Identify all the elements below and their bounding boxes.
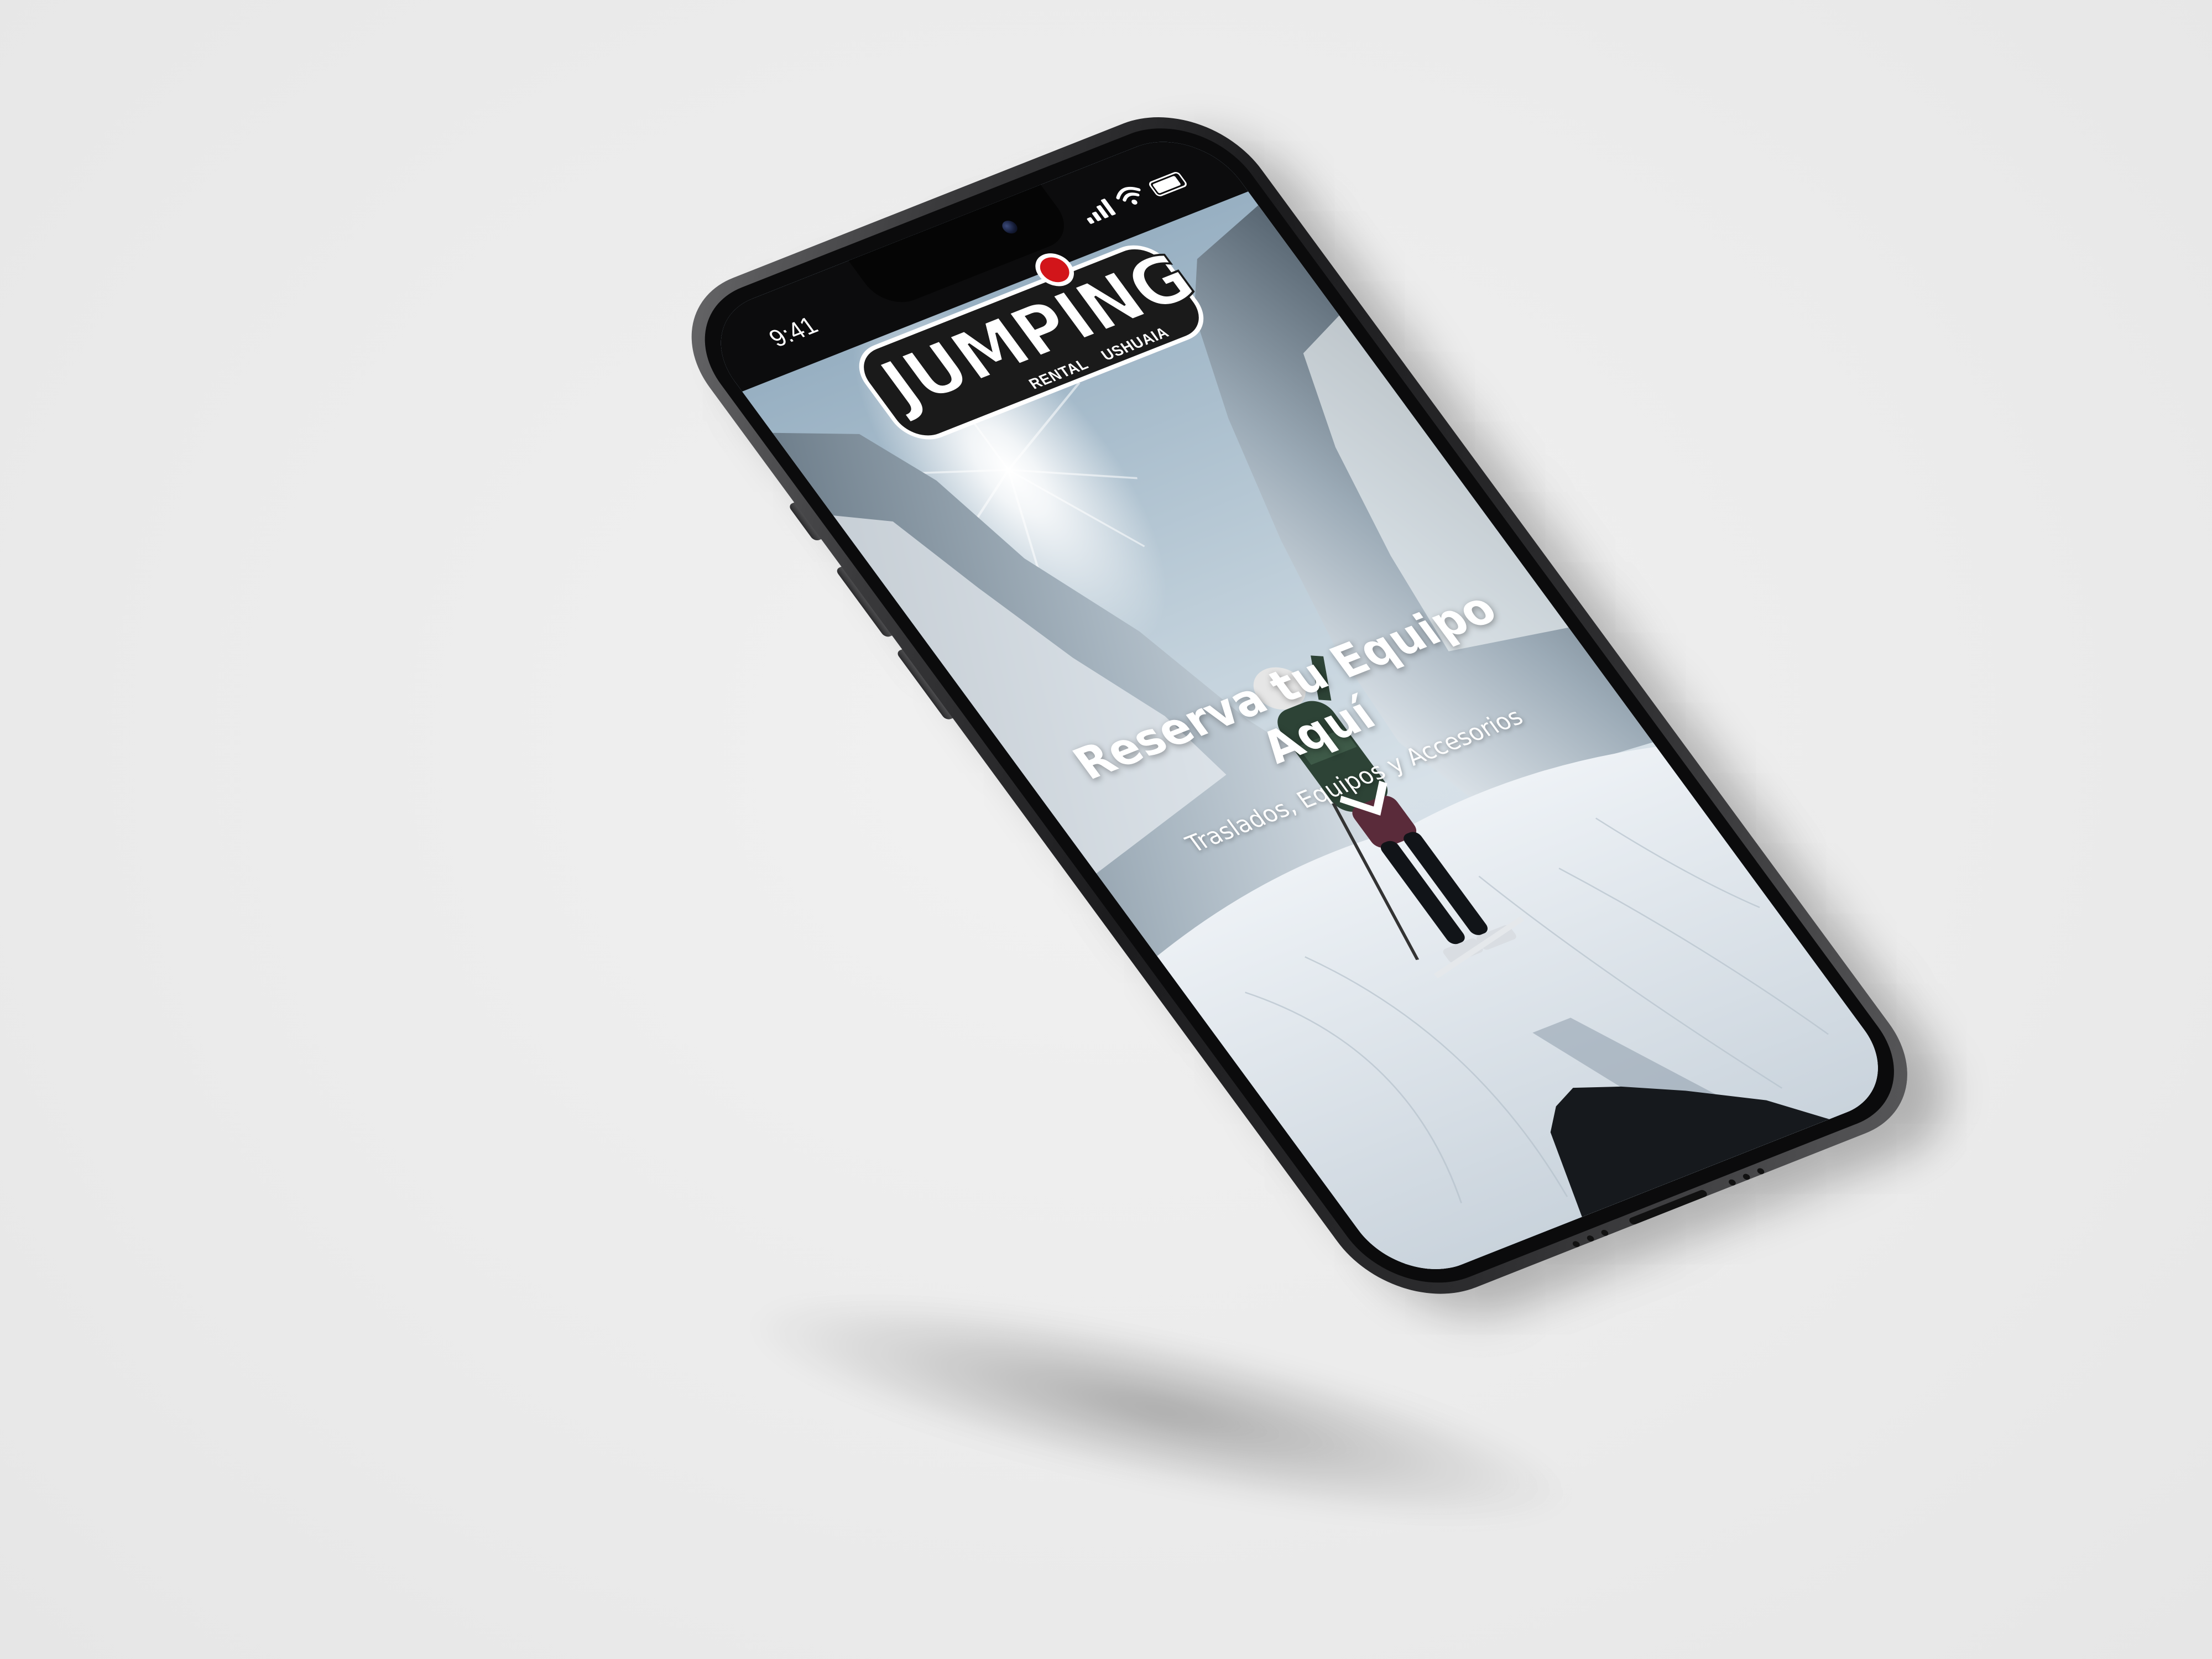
status-icons [1077,167,1189,225]
status-time: 9:41 [763,311,823,352]
mockup-stage: 9:41 JUMPING RENTAL USHUAIA Reserva tu E… [0,0,2212,1659]
signal-icon [1079,198,1117,225]
wifi-icon [1116,186,1141,205]
battery-icon [1147,170,1189,198]
phone-mockup: 9:41 JUMPING RENTAL USHUAIA Reserva tu E… [653,17,2150,1338]
phone-screen: 9:41 JUMPING RENTAL USHUAIA Reserva tu E… [691,122,1908,1288]
